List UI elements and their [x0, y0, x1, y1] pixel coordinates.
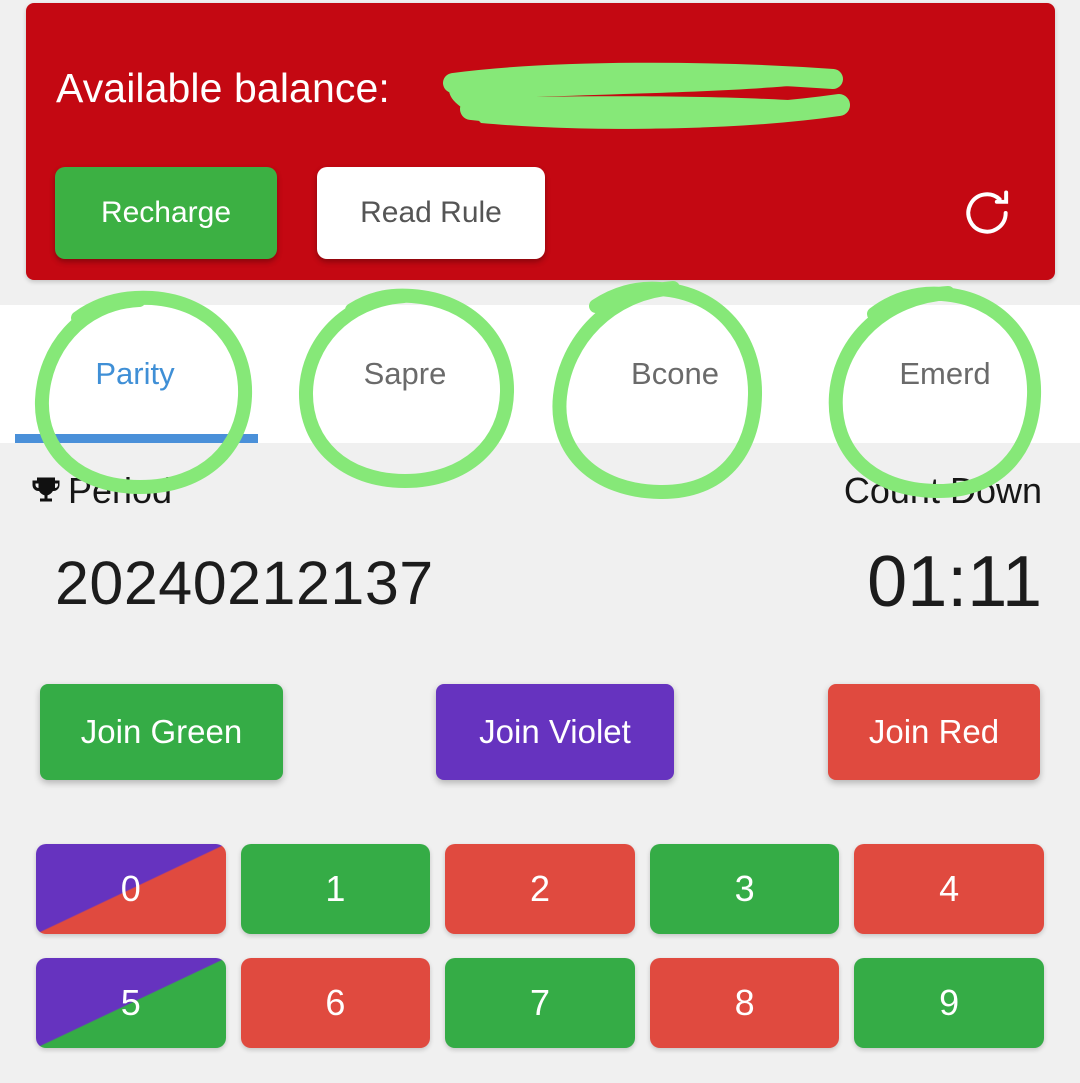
tab-bcone[interactable]: Bcone — [540, 305, 810, 443]
tab-sapre[interactable]: Sapre — [270, 305, 540, 443]
countdown-value: 01:11 — [867, 542, 1042, 622]
countdown-label: Count Down — [843, 470, 1042, 511]
number-tile-7[interactable]: 7 — [445, 958, 635, 1048]
number-tile-4[interactable]: 4 — [854, 844, 1044, 934]
round-info: Period Count Down 20240212137 01:11 — [0, 443, 1080, 673]
countdown-header: Count Down — [844, 470, 1042, 512]
number-tile-2-label: 2 — [529, 868, 550, 909]
number-tile-6-label: 6 — [325, 982, 346, 1023]
join-buttons: Join Green Join Violet Join Red — [0, 684, 1080, 780]
recharge-button[interactable]: Recharge — [55, 167, 277, 259]
number-tile-3[interactable]: 3 — [649, 844, 840, 934]
join-red-button[interactable]: Join Red — [828, 684, 1040, 780]
number-tile-5[interactable]: 5 — [36, 958, 226, 1048]
number-tile-9-label: 9 — [939, 982, 960, 1023]
balance-card: Available balance: Recharge Read Rule — [26, 3, 1055, 280]
number-tile-1-label: 1 — [325, 868, 346, 909]
number-tile-8[interactable]: 8 — [649, 958, 840, 1048]
number-tile-1[interactable]: 1 — [240, 844, 431, 934]
join-green-button[interactable]: Join Green — [40, 684, 283, 780]
number-grid: 0 1 2 3 4 5 6 7 8 9 — [36, 844, 1044, 1048]
number-tile-0-label: 0 — [120, 868, 141, 909]
balance-actions: Recharge Read Rule — [55, 167, 545, 259]
period-label: Period — [68, 470, 173, 511]
tab-sapre-label: Sapre — [363, 356, 447, 391]
tab-parity-label: Parity — [95, 356, 175, 391]
number-tile-7-label: 7 — [529, 982, 550, 1023]
number-tile-8-label: 8 — [734, 982, 755, 1023]
tab-emerd-label: Emerd — [899, 356, 991, 391]
balance-row: Available balance: — [56, 65, 400, 112]
number-tile-3-label: 3 — [734, 868, 755, 909]
read-rule-button[interactable]: Read Rule — [317, 167, 545, 259]
tab-bcone-label: Bcone — [631, 356, 719, 391]
number-tile-4-label: 4 — [939, 868, 960, 909]
number-tile-5-label: 5 — [120, 982, 141, 1023]
game-type-tabs: Parity Sapre Bcone Emerd — [0, 305, 1080, 443]
number-tile-0[interactable]: 0 — [36, 844, 226, 934]
number-row: 0 1 2 3 4 — [36, 844, 1044, 934]
period-value: 20240212137 — [55, 549, 434, 617]
tab-emerd[interactable]: Emerd — [810, 305, 1080, 443]
balance-redaction-scribble — [443, 62, 850, 129]
trophy-icon — [32, 477, 60, 502]
number-tile-9[interactable]: 9 — [854, 958, 1044, 1048]
parity-game-screen: Available balance: Recharge Read Rule Pa… — [0, 0, 1080, 1083]
number-tile-2[interactable]: 2 — [445, 844, 635, 934]
tab-parity[interactable]: Parity — [0, 305, 270, 443]
period-header: Period — [28, 470, 172, 512]
balance-label: Available balance: — [56, 65, 390, 111]
refresh-icon[interactable] — [959, 185, 1015, 241]
join-violet-button[interactable]: Join Violet — [436, 684, 674, 780]
active-tab-indicator — [15, 434, 258, 443]
number-row: 5 6 7 8 9 — [36, 958, 1044, 1048]
number-tile-6[interactable]: 6 — [240, 958, 431, 1048]
